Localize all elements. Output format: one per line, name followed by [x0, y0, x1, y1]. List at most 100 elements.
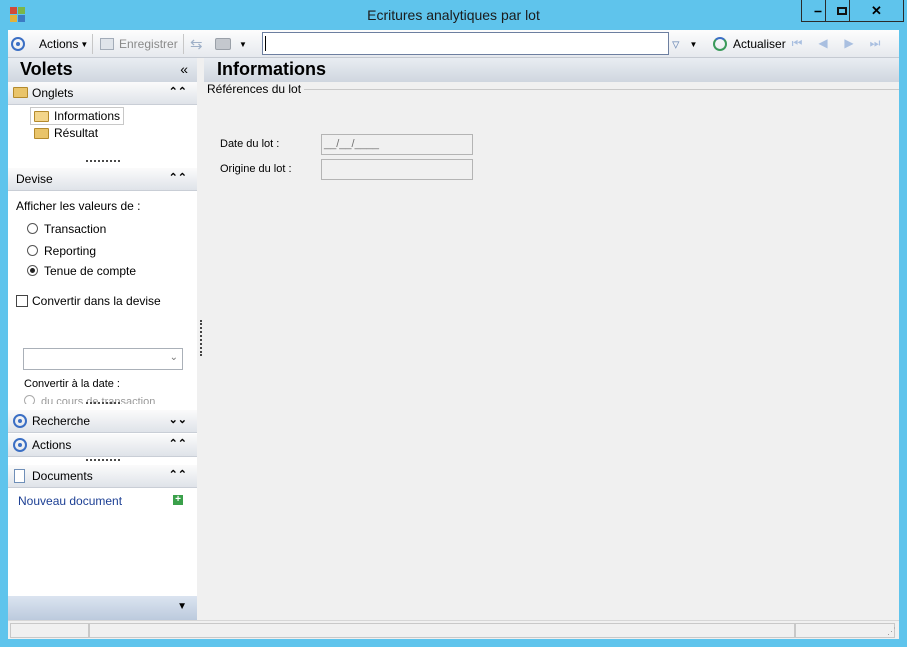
status-bar: ⋰	[8, 620, 899, 639]
close-icon: ✕	[871, 2, 882, 18]
radio-tenue-label: Tenue de compte	[44, 264, 137, 278]
window-title: Ecritures analytiques par lot	[367, 7, 540, 23]
status-cell	[89, 623, 795, 638]
side-panel: Volets « Onglets ⌃⌃ Informations Résulta…	[8, 58, 197, 620]
refresh-label: Actualiser	[733, 37, 786, 51]
convert-currency-checkbox[interactable]: Convertir dans la devise	[16, 294, 161, 308]
target-icon	[11, 37, 25, 51]
volets-header: Volets «	[8, 58, 197, 82]
next-record-button[interactable]: ▶	[842, 36, 856, 50]
add-icon[interactable]: +	[173, 495, 183, 505]
minimize-icon: ⎯	[814, 2, 822, 18]
radio-transaction-label: Transaction	[44, 222, 107, 236]
radio-button-selected	[27, 265, 38, 276]
first-record-button[interactable]: ⏮	[790, 36, 804, 50]
devise-title: Devise	[16, 172, 53, 186]
refresh-button[interactable]: Actualiser	[713, 34, 786, 54]
documents-header[interactable]: Documents ⌃⌃	[8, 465, 197, 488]
tab-resultat-label: Résultat	[54, 126, 99, 140]
resize-grip[interactable]	[86, 402, 120, 404]
printer-icon	[215, 38, 231, 50]
show-values-label: Afficher les valeurs de :	[16, 199, 141, 213]
recherche-header[interactable]: Recherche ⌄⌄	[8, 410, 197, 433]
actions-title: Actions	[32, 438, 72, 452]
radio-reporting[interactable]: Reporting	[27, 244, 96, 258]
last-record-button[interactable]: ⏭	[868, 36, 882, 50]
maximize-icon	[837, 6, 847, 15]
previous-icon: ◀	[818, 36, 828, 50]
informations-header: Informations	[204, 58, 899, 82]
actions-header[interactable]: Actions ⌃⌃	[8, 434, 197, 457]
previous-record-button[interactable]: ◀	[816, 36, 830, 50]
date-label: Date du lot :	[220, 138, 280, 150]
page-title: Informations	[217, 59, 327, 79]
sync-button[interactable]: ⇆	[190, 34, 203, 54]
resize-grip-icon[interactable]: ⋰	[887, 626, 896, 637]
toolbar: Actions ▼ Enregistrer ⇆ ▼ ▿ ▼ Actualiser…	[8, 30, 899, 58]
chevron-down-icon: ▼	[689, 39, 698, 49]
resize-grip[interactable]	[86, 160, 120, 162]
convert-currency-label: Convertir dans la devise	[32, 294, 161, 308]
checkbox	[16, 295, 28, 307]
group-divider	[300, 89, 899, 90]
radio-button	[27, 245, 38, 256]
resize-grip[interactable]	[86, 459, 120, 461]
actions-menu-label: Actions	[39, 37, 79, 51]
group-title: Références du lot	[207, 82, 305, 96]
save-button[interactable]: Enregistrer	[100, 34, 178, 54]
convert-date-label: Convertir à la date :	[24, 378, 120, 390]
close-button[interactable]: ✕	[849, 0, 904, 22]
actions-menu-button[interactable]: Actions ▼	[39, 34, 88, 54]
status-cell	[10, 623, 89, 638]
onglets-header[interactable]: Onglets ⌃⌃	[8, 82, 197, 105]
origin-field[interactable]	[321, 159, 473, 180]
new-document-link[interactable]: Nouveau document	[18, 494, 122, 508]
print-button[interactable]: ▼	[215, 34, 247, 54]
nav-circle-button[interactable]	[11, 34, 25, 54]
chevron-up-icon: ⌃⌃	[168, 469, 187, 481]
chevron-down-icon: ⌄⌄	[168, 414, 187, 426]
tab-informations-label: Informations	[54, 109, 121, 123]
save-label: Enregistrer	[119, 37, 178, 51]
text-caret	[265, 36, 266, 51]
chevron-down-icon: ▼	[239, 39, 247, 49]
recherche-title: Recherche	[32, 414, 91, 428]
devise-header[interactable]: Devise ⌃⌃	[8, 168, 197, 191]
status-cell	[795, 623, 895, 638]
refresh-icon	[713, 37, 727, 51]
radio-button	[27, 223, 38, 234]
toolbar-separator	[183, 34, 184, 54]
client-area: Actions ▼ Enregistrer ⇆ ▼ ▿ ▼ Actualiser…	[8, 30, 899, 639]
document-icon	[14, 469, 25, 483]
toolbar-separator	[92, 34, 93, 54]
collapse-panel-button[interactable]: «	[180, 61, 188, 77]
radio-reporting-label: Reporting	[44, 244, 97, 258]
target-icon	[13, 438, 27, 452]
chevron-down-icon: ▼	[177, 601, 187, 612]
folder-icon	[13, 87, 28, 98]
tab-informations[interactable]: Informations	[30, 107, 125, 125]
origin-label: Origine du lot :	[220, 163, 292, 175]
application-window: Ecritures analytiques par lot ⎯ ✕ Action…	[0, 0, 907, 647]
tab-resultat[interactable]: Résultat	[34, 126, 98, 140]
date-field[interactable]: __/__/____	[321, 134, 473, 155]
radio-transaction[interactable]: Transaction	[27, 222, 106, 236]
open-folder-icon	[34, 110, 49, 122]
panel-overflow-bar[interactable]: ▼	[8, 596, 197, 620]
volets-title: Volets	[20, 59, 73, 79]
main-content: Informations Références du lot Date du l…	[204, 58, 899, 620]
filter-button[interactable]: ▿ ▼	[672, 34, 697, 54]
chevron-down-icon: ▼	[80, 39, 89, 49]
title-bar[interactable]: Ecritures analytiques par lot ⎯ ✕	[0, 0, 907, 30]
currency-select[interactable]: ⌄	[23, 348, 183, 370]
panel-splitter[interactable]	[200, 320, 202, 356]
radio-tenue-de-compte[interactable]: Tenue de compte	[27, 264, 136, 278]
chevron-down-icon: ⌄	[169, 352, 178, 363]
folder-icon	[34, 127, 49, 139]
radio-button	[24, 395, 35, 404]
search-input[interactable]	[262, 32, 669, 55]
chevron-up-icon: ⌃⌃	[168, 438, 187, 450]
next-icon: ▶	[844, 36, 854, 50]
documents-title: Documents	[32, 469, 93, 483]
last-icon: ⏭	[869, 36, 881, 50]
